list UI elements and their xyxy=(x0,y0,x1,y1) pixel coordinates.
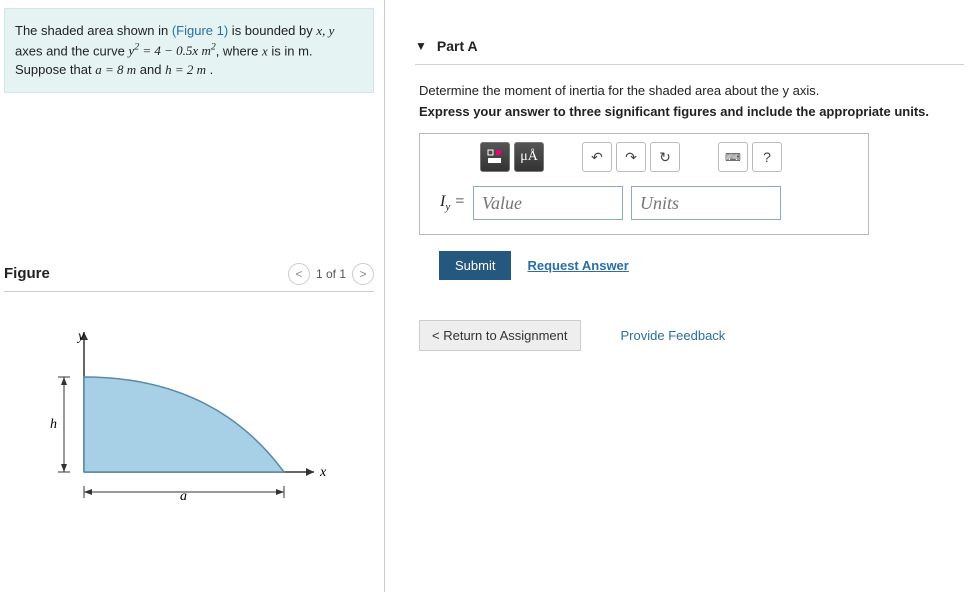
pager-text: 1 of 1 xyxy=(316,267,346,281)
part-a-body: Determine the moment of inertia for the … xyxy=(415,65,964,351)
answer-box: μÅ ↶ ↷ ↻ ⌨ ? Iy = xyxy=(419,133,869,235)
collapse-icon: ▼ xyxy=(415,39,427,53)
feedback-link[interactable]: Provide Feedback xyxy=(621,328,726,343)
footer-row: < Return to Assignment Provide Feedback xyxy=(419,320,964,351)
equation: y2 = 4 − 0.5x m2 xyxy=(128,43,215,58)
answer-toolbar: μÅ ↶ ↷ ↻ ⌨ ? xyxy=(420,134,868,180)
a-value: a = 8 m xyxy=(95,62,136,77)
prev-figure-button[interactable]: < xyxy=(288,263,310,285)
redo-button[interactable]: ↷ xyxy=(616,142,646,172)
next-figure-button[interactable]: > xyxy=(352,263,374,285)
value-input[interactable] xyxy=(473,186,623,220)
instruction-1: Determine the moment of inertia for the … xyxy=(419,83,964,98)
h-value: h = 2 m xyxy=(165,62,206,77)
figure-header: Figure < 1 of 1 > xyxy=(4,263,374,292)
problem-text: The shaded area shown in xyxy=(15,23,172,38)
figure-title: Figure xyxy=(4,265,288,282)
h-label: h xyxy=(50,417,57,432)
submit-row: Submit Request Answer xyxy=(419,251,964,280)
left-column: The shaded area shown in (Figure 1) is b… xyxy=(0,0,385,592)
part-a-header[interactable]: ▼ Part A xyxy=(415,30,964,65)
reset-button[interactable]: ↻ xyxy=(650,142,680,172)
units-input[interactable] xyxy=(631,186,781,220)
request-answer-link[interactable]: Request Answer xyxy=(527,258,628,273)
instruction-2: Express your answer to three significant… xyxy=(419,104,964,119)
return-button[interactable]: < Return to Assignment xyxy=(419,320,581,351)
right-column: ▼ Part A Determine the moment of inertia… xyxy=(385,0,974,592)
help-button[interactable]: ? xyxy=(752,142,782,172)
templates-button[interactable] xyxy=(480,142,510,172)
figure-section: Figure < 1 of 1 > y x xyxy=(4,263,374,505)
units-picker-button[interactable]: μÅ xyxy=(514,142,544,172)
x-axis-label: x xyxy=(319,465,327,480)
a-label: a xyxy=(180,489,187,502)
problem-statement: The shaded area shown in (Figure 1) is b… xyxy=(4,8,374,93)
undo-button[interactable]: ↶ xyxy=(582,142,612,172)
figure-link[interactable]: (Figure 1) xyxy=(172,23,228,38)
y-axis-label: y xyxy=(76,329,85,344)
figure-image: y x h a xyxy=(4,322,374,505)
submit-button[interactable]: Submit xyxy=(439,251,511,280)
keyboard-button[interactable]: ⌨ xyxy=(718,142,748,172)
answer-input-row: Iy = xyxy=(420,180,868,234)
variable-label: Iy = xyxy=(440,193,465,213)
part-a-title: Part A xyxy=(437,38,478,54)
figure-pager: < 1 of 1 > xyxy=(288,263,374,285)
